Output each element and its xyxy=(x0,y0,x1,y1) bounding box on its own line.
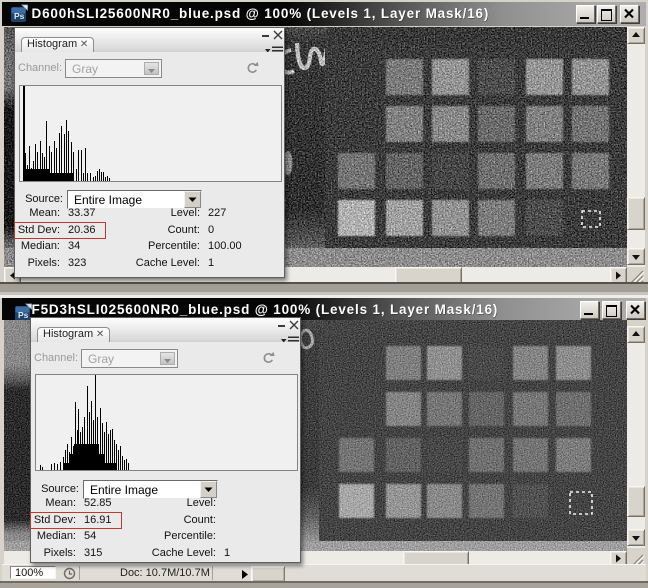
svg-text:Ps: Ps xyxy=(18,310,29,320)
svg-text:Ps: Ps xyxy=(14,11,25,21)
